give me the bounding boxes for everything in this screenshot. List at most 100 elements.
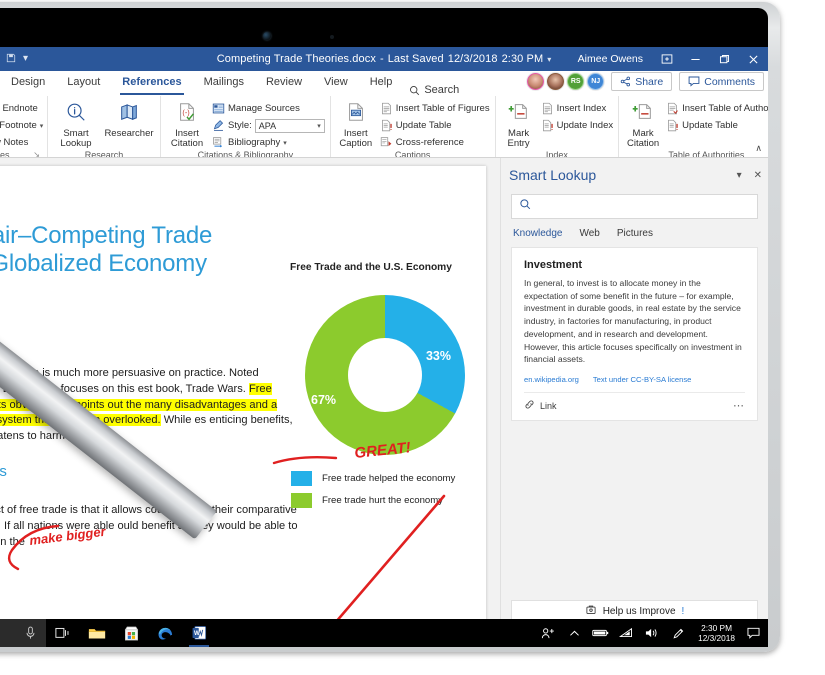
task-pane-actions: ▾ ✕ bbox=[737, 158, 762, 192]
smart-lookup-task-pane: Smart Lookup ▾ ✕ Knowledge Web Pictures bbox=[500, 158, 768, 647]
insert-table-of-figures-label: Insert Table of Figures bbox=[396, 103, 490, 114]
insert-caption-button[interactable]: Insert Caption bbox=[336, 99, 376, 150]
manage-sources-button[interactable]: Manage Sources bbox=[212, 101, 325, 116]
avatar[interactable] bbox=[547, 73, 564, 90]
researcher-button[interactable]: Smart Researcher bbox=[103, 99, 155, 139]
legend-swatch-helped bbox=[291, 471, 312, 486]
file-explorer-button[interactable] bbox=[80, 619, 114, 647]
tab-mailings[interactable]: Mailings bbox=[193, 71, 255, 96]
mark-citation-button[interactable]: Mark Citation bbox=[624, 99, 662, 150]
edge-browser-button[interactable] bbox=[148, 619, 182, 647]
feedback-icon bbox=[585, 604, 597, 619]
help-us-improve-bang: ! bbox=[682, 606, 685, 617]
insert-caption-icon bbox=[345, 101, 367, 127]
chevron-down-icon: ▾ bbox=[40, 122, 44, 130]
tab-review[interactable]: Review bbox=[255, 71, 313, 96]
update-index-button[interactable]: Update Index bbox=[541, 118, 614, 133]
show-hidden-icons-chevron[interactable] bbox=[561, 619, 587, 647]
wifi-icon[interactable] bbox=[613, 619, 639, 647]
task-view-button[interactable] bbox=[46, 619, 80, 647]
table-of-figures-icon bbox=[380, 102, 393, 115]
bibliography-button[interactable]: Bibliography ▾ bbox=[212, 135, 325, 150]
smart-lookup-button[interactable]: Smart Lookup bbox=[53, 99, 99, 150]
comments-label: Comments bbox=[704, 76, 755, 88]
legend-label-helped: Free trade helped the economy bbox=[322, 473, 455, 484]
citation-style-label: Style: bbox=[228, 120, 252, 131]
insert-link-action[interactable]: Link bbox=[524, 399, 557, 412]
tab-pictures[interactable]: Pictures bbox=[617, 228, 653, 239]
tab-web[interactable]: Web bbox=[579, 228, 599, 239]
last-saved-date: 12/3/2018 bbox=[448, 53, 498, 65]
collaboration-bar: RS NJ Share Comments bbox=[527, 72, 764, 91]
slice-label-hurt: 67% bbox=[311, 393, 336, 407]
system-tray: 2:30 PM 12/3/2018 bbox=[535, 619, 768, 647]
mark-entry-button[interactable]: Mark Entry bbox=[501, 99, 537, 150]
cortana-mic-button[interactable] bbox=[0, 619, 46, 647]
battery-icon[interactable] bbox=[587, 619, 613, 647]
cross-reference-icon bbox=[380, 136, 393, 149]
restore-button[interactable] bbox=[710, 47, 739, 71]
tab-references[interactable]: References bbox=[111, 71, 192, 96]
dialog-launcher-icon[interactable]: ↘ bbox=[33, 150, 40, 158]
tab-layout[interactable]: Layout bbox=[56, 71, 111, 96]
pen-menu-icon[interactable] bbox=[665, 619, 691, 647]
customize-qat-caret-icon[interactable]: ▾ bbox=[23, 54, 28, 64]
insert-table-of-figures-button[interactable]: Insert Table of Figures bbox=[380, 101, 490, 116]
people-icon[interactable] bbox=[535, 619, 561, 647]
tab-knowledge[interactable]: Knowledge bbox=[513, 228, 562, 239]
insert-endnote-button[interactable]: rt Endnote bbox=[0, 101, 43, 116]
task-pane-close-icon[interactable]: ✕ bbox=[754, 170, 762, 181]
license-link[interactable]: Text under CC-BY-SA license bbox=[593, 375, 691, 384]
close-button[interactable] bbox=[739, 47, 768, 71]
insert-table-of-authorities-button[interactable]: Insert Table of Authorities bbox=[666, 101, 768, 116]
document-heading-1-line2: in a Globalized Economy bbox=[0, 250, 276, 278]
donut-chart[interactable]: Free Trade and the U.S. Economy 33% 67% … bbox=[287, 262, 483, 532]
insert-citation-label-2: Citation bbox=[171, 139, 203, 150]
chart-legend: Free trade helped the economy Free trade… bbox=[291, 471, 483, 508]
donut-graphic: 33% 67% bbox=[305, 295, 465, 455]
collapse-ribbon-icon[interactable]: ∧ bbox=[755, 143, 762, 154]
citation-style-row: Style: APA ▾ bbox=[212, 118, 325, 133]
action-center-icon[interactable] bbox=[742, 619, 764, 647]
ribbon-group-index-label: Index bbox=[501, 150, 614, 158]
source-link[interactable]: en.wikipedia.org bbox=[524, 375, 579, 384]
show-notes-button[interactable]: w Notes bbox=[0, 135, 43, 150]
minimize-button[interactable] bbox=[681, 47, 710, 71]
microsoft-store-button[interactable] bbox=[114, 619, 148, 647]
taskbar-left: W bbox=[0, 619, 216, 647]
volume-icon[interactable] bbox=[639, 619, 665, 647]
search-box[interactable]: Search bbox=[403, 84, 469, 96]
next-footnote-label: t Footnote bbox=[0, 120, 37, 131]
word-taskbar-button[interactable]: W bbox=[182, 619, 216, 647]
citation-style-select[interactable]: APA ▾ bbox=[255, 119, 325, 133]
tab-design[interactable]: Design bbox=[0, 71, 56, 96]
document-canvas[interactable]: us Fair–Competing Trade in a Globalized … bbox=[0, 158, 500, 647]
device-frame: ▾ Competing Trade Theories.docx - Last S… bbox=[0, 0, 825, 675]
more-options-icon[interactable]: ⋯ bbox=[733, 399, 745, 412]
title-separator: - bbox=[380, 53, 384, 65]
avatar[interactable] bbox=[527, 73, 544, 90]
tab-view[interactable]: View bbox=[313, 71, 359, 96]
update-table-button[interactable]: Update Table bbox=[380, 118, 490, 133]
ribbon-display-options-icon[interactable] bbox=[652, 47, 681, 71]
share-button[interactable]: Share bbox=[611, 72, 672, 91]
next-footnote-button[interactable]: t Footnote ▾ bbox=[0, 118, 43, 133]
insert-index-button[interactable]: Insert Index bbox=[541, 101, 614, 116]
avatar[interactable]: RS bbox=[567, 73, 584, 90]
taskbar-clock[interactable]: 2:30 PM 12/3/2018 bbox=[691, 623, 742, 644]
donut-hole bbox=[348, 338, 422, 412]
legend-label-hurt: Free trade hurt the economy bbox=[322, 495, 443, 506]
avatar[interactable]: NJ bbox=[587, 73, 604, 90]
task-pane-menu-caret-icon[interactable]: ▾ bbox=[737, 170, 742, 181]
svg-text:(-): (-) bbox=[182, 108, 189, 117]
cross-reference-button[interactable]: Cross-reference bbox=[380, 135, 490, 150]
account-user-name[interactable]: Aimee Owens bbox=[578, 53, 643, 65]
clock-date: 12/3/2018 bbox=[698, 633, 735, 643]
insert-citation-button[interactable]: (-) Insert Citation bbox=[166, 99, 208, 150]
comments-button[interactable]: Comments bbox=[679, 72, 764, 91]
update-table-authorities-button[interactable]: Update Table bbox=[666, 118, 768, 133]
quick-access-toolbar[interactable]: ▾ bbox=[2, 47, 28, 71]
task-pane-search-input[interactable] bbox=[511, 194, 758, 219]
save-icon[interactable] bbox=[6, 53, 16, 66]
tab-help[interactable]: Help bbox=[359, 71, 404, 96]
